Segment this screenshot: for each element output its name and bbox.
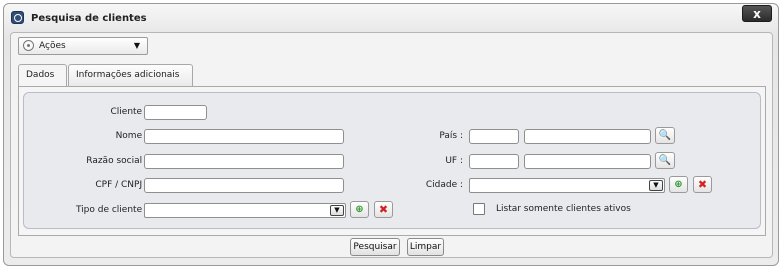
razao-social-input[interactable]	[144, 154, 344, 169]
dialog-body: Ações ▼ Dados Informações adicionais Cli…	[10, 32, 773, 258]
actions-dropdown[interactable]: Ações ▼	[18, 37, 148, 55]
pais-label: País :	[439, 131, 463, 141]
tab-content-dados: Cliente : Nome : Razão social : CPF / CN…	[18, 86, 766, 236]
tab-informacoes-adicionais[interactable]: Informações adicionais	[68, 64, 193, 87]
clear-cidade-button[interactable]: ✖	[693, 176, 712, 193]
cidade-select[interactable]: ▼	[469, 178, 665, 193]
red-x-icon: ✖	[378, 203, 389, 216]
uf-code-input[interactable]	[469, 154, 519, 169]
app-logo-icon	[11, 11, 24, 24]
pais-code-input[interactable]	[469, 129, 519, 144]
active-clients-label: Listar somente clientes ativos	[496, 204, 631, 214]
magnifier-icon: 🔍	[658, 155, 672, 166]
uf-search-button[interactable]: 🔍	[655, 152, 675, 169]
add-tipo-cliente-button[interactable]: ⊕	[350, 201, 369, 218]
cpf-cnpj-label: CPF / CNPJ :	[95, 180, 148, 190]
cpf-cnpj-input[interactable]	[144, 178, 344, 193]
razao-social-label: Razão social :	[86, 156, 148, 166]
uf-name-input[interactable]	[524, 154, 651, 169]
uf-label: UF :	[445, 156, 463, 166]
active-clients-checkbox[interactable]	[473, 203, 485, 215]
tab-dados[interactable]: Dados	[18, 64, 67, 88]
pais-search-button[interactable]: 🔍	[655, 127, 675, 144]
add-cidade-button[interactable]: ⊕	[669, 176, 688, 193]
chevron-down-icon: ▼	[133, 41, 140, 50]
cidade-label: Cidade :	[425, 180, 463, 190]
cliente-input[interactable]	[144, 105, 207, 120]
chevron-down-icon: ▼	[649, 180, 663, 191]
close-button[interactable]: x	[742, 5, 772, 22]
clear-button[interactable]: Limpar	[407, 238, 444, 256]
nome-input[interactable]	[144, 129, 344, 144]
gear-icon	[23, 40, 34, 51]
tipo-cliente-select[interactable]: ▼	[144, 203, 346, 218]
pais-name-input[interactable]	[524, 129, 651, 144]
plus-magnifier-icon: ⊕	[355, 204, 364, 215]
plus-magnifier-icon: ⊕	[674, 179, 683, 190]
search-clients-dialog: Pesquisa de clientes x Ações ▼ Dados Inf…	[3, 3, 779, 266]
chevron-down-icon: ▼	[330, 205, 344, 216]
search-button[interactable]: Pesquisar	[350, 238, 400, 256]
actions-label: Ações	[39, 41, 66, 51]
clear-tipo-cliente-button[interactable]: ✖	[374, 201, 393, 218]
red-x-icon: ✖	[697, 178, 708, 191]
tipo-cliente-label: Tipo de cliente :	[75, 205, 148, 215]
search-form: Cliente : Nome : Razão social : CPF / CN…	[23, 92, 761, 229]
title-bar: Pesquisa de clientes x	[4, 4, 778, 30]
magnifier-icon: 🔍	[658, 130, 672, 141]
cliente-label: Cliente :	[110, 107, 149, 117]
dialog-title: Pesquisa de clientes	[31, 13, 147, 24]
